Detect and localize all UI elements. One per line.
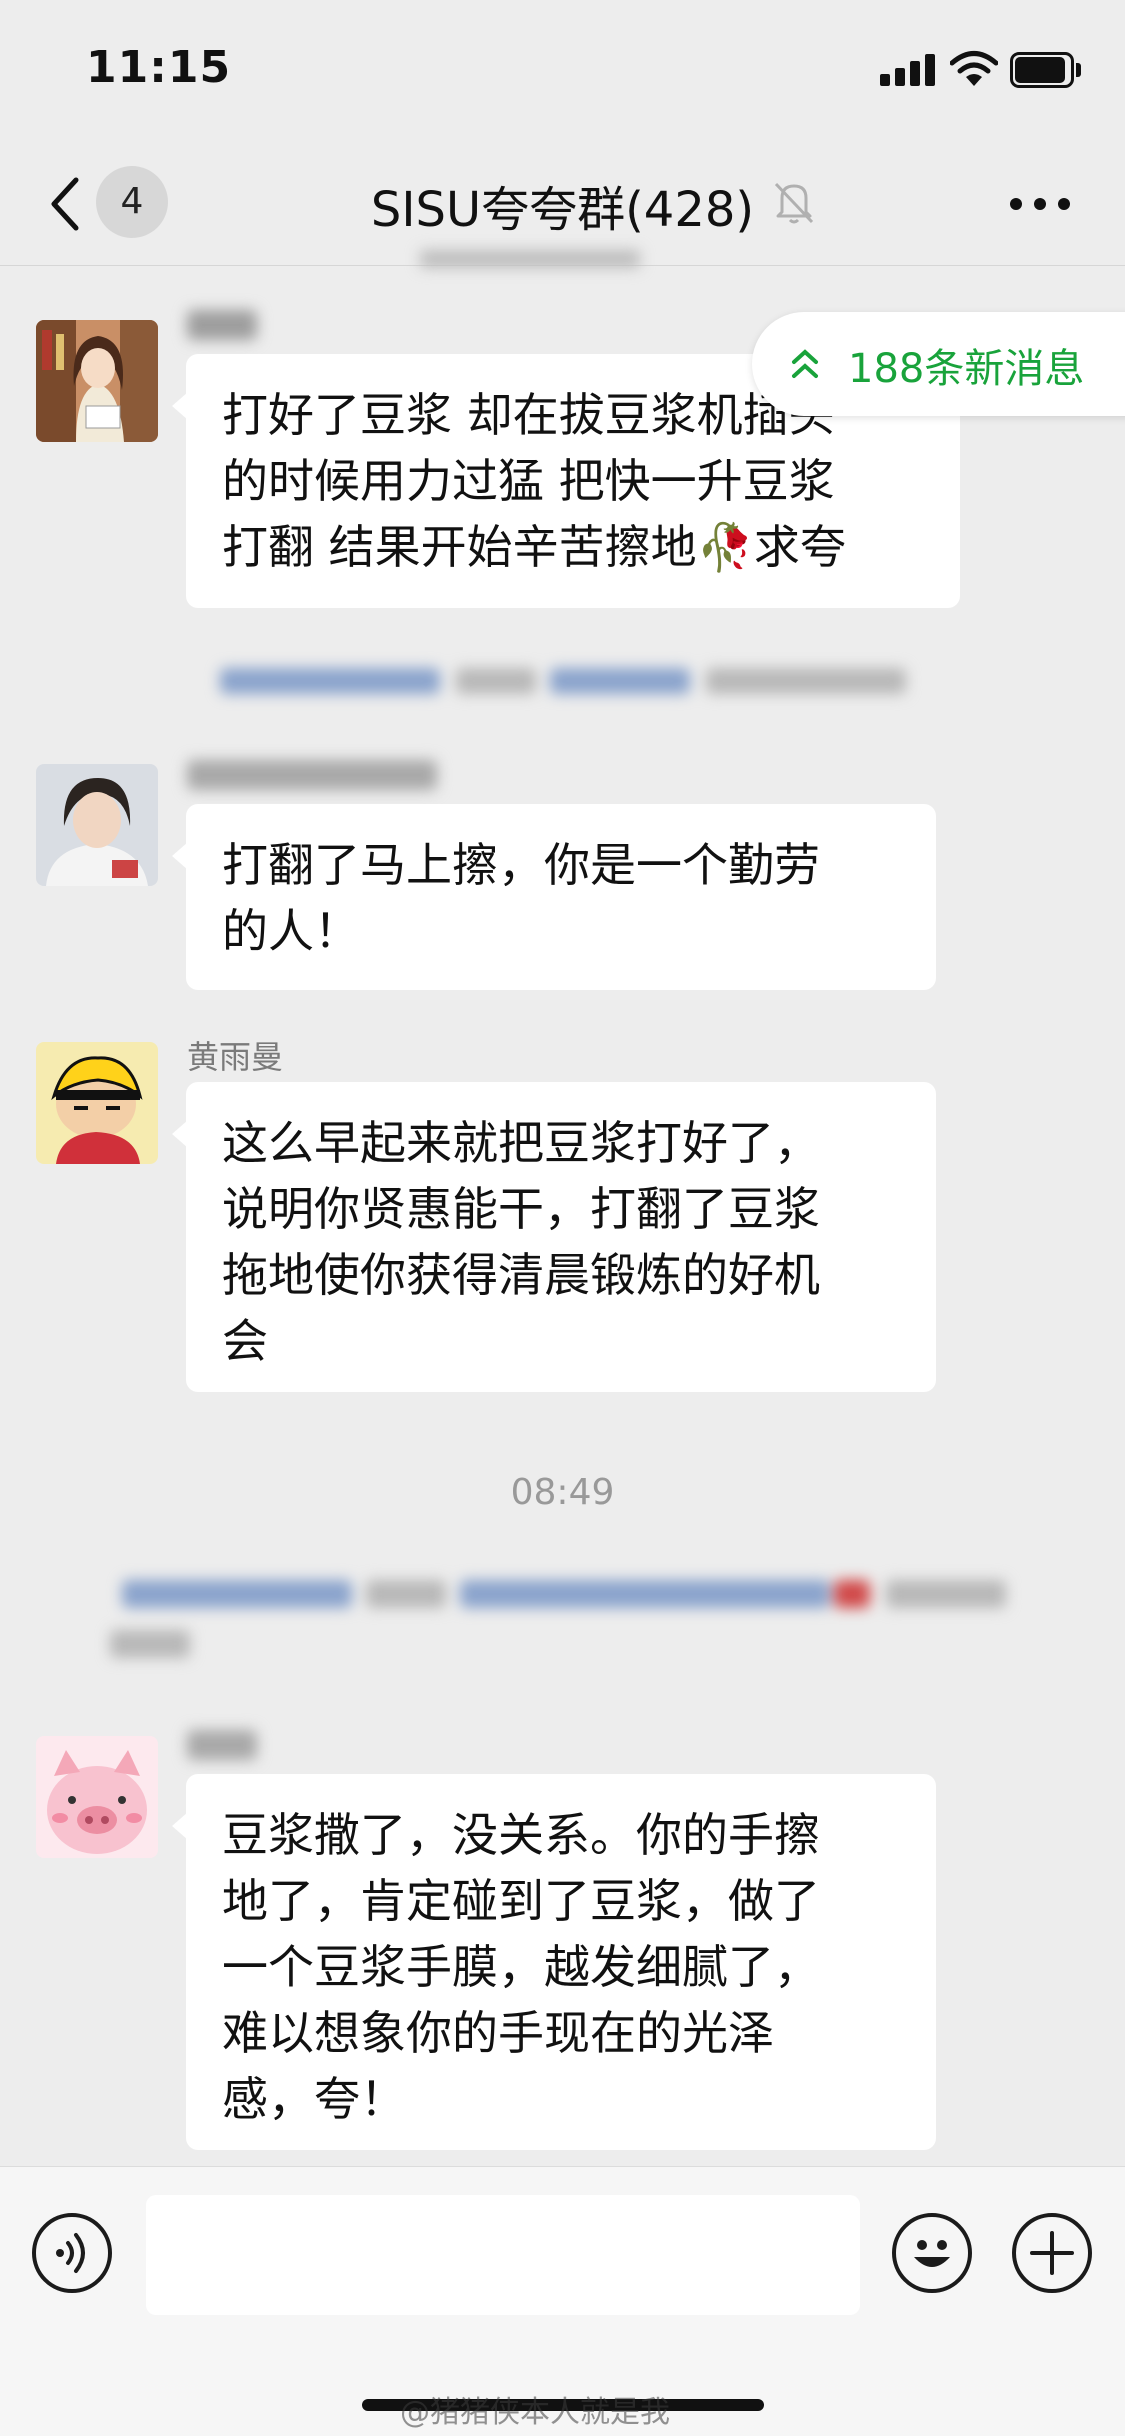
avatar[interactable]: [36, 1736, 158, 1858]
sender-name-obscured: [187, 310, 257, 340]
add-button[interactable]: [1012, 2213, 1092, 2293]
system-notice-obscured: [110, 1572, 1020, 1672]
nav-bar: 4 SISU夸夸群(428): [0, 140, 1125, 266]
plus-icon: [1030, 2231, 1074, 2275]
wifi-icon: [950, 51, 998, 86]
avatar[interactable]: [36, 764, 158, 886]
wechat-group-chat-screen: 11:15 4 SISU夸夸群(428) 打好了豆浆 却在拔豆浆机插头 的时候用…: [0, 0, 1125, 2436]
sender-name-obscured: [187, 760, 437, 790]
avatar[interactable]: [36, 320, 158, 442]
message-bubble[interactable]: 这么早起来就把豆浆打好了， 说明你贤惠能干，打翻了豆浆 拖地使你获得清晨锻炼的好…: [172, 1082, 936, 1392]
message-bubble[interactable]: 豆浆撒了，没关系。你的手擦 地了，肯定碰到了豆浆，做了 一个豆浆手膜，越发细腻了…: [172, 1774, 936, 2150]
status-time: 11:15: [86, 42, 232, 93]
sender-name-obscured: [187, 1730, 257, 1760]
battery-icon: [1010, 52, 1082, 88]
system-notice-obscured: [220, 660, 920, 700]
voice-icon: [56, 2233, 85, 2273]
chat-title: SISU夸夸群(428): [370, 182, 755, 238]
timestamp: 08:49: [510, 1472, 615, 1513]
input-bar: @猪猪侠本人就是我: [0, 2166, 1125, 2436]
double-chevron-up-icon: [792, 349, 818, 378]
message-input[interactable]: [146, 2195, 860, 2315]
sender-name: 黄雨曼: [187, 1038, 284, 1076]
status-bar: 11:15: [0, 0, 1125, 140]
message-bubble[interactable]: 打翻了马上擦，你是一个勤劳 的人！: [172, 804, 936, 990]
watermark: @猪猪侠本人就是我: [400, 2395, 670, 2430]
voice-button[interactable]: [32, 2213, 112, 2293]
blurred-image-fragment: [420, 250, 640, 268]
bell-slash-icon: [774, 182, 814, 224]
avatar[interactable]: [36, 1042, 158, 1164]
emoji-button[interactable]: [892, 2213, 972, 2293]
emoji-icon: [914, 2240, 950, 2267]
ellipsis-icon[interactable]: [1010, 198, 1070, 212]
cellular-signal-icon: [880, 54, 936, 86]
new-messages-label: 188条新消息: [848, 346, 1085, 392]
new-messages-button[interactable]: 188条新消息: [752, 312, 1125, 416]
